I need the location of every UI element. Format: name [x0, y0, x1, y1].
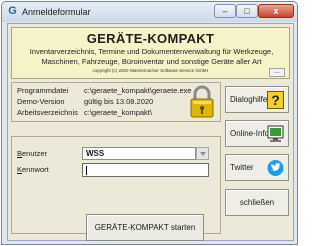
info-value: gültig bis 13.08.2020	[84, 97, 154, 106]
dialog-help-label: Dialoghilfe	[230, 95, 268, 104]
text-caret	[86, 166, 87, 175]
app-subtitle: Inventarverzeichnis, Termine und Dokumen…	[16, 47, 287, 67]
more-options-button[interactable]: ...	[269, 68, 285, 77]
client-area: GERÄTE-KOMPAKT Inventarverzeichnis, Term…	[7, 23, 294, 241]
minimize-button[interactable]: –	[214, 4, 236, 18]
title-bar[interactable]: G Anmeldeformular – □ x	[2, 2, 297, 22]
program-info-panel: Programmdatei c:\geraete_kompakt\geraete…	[11, 82, 221, 122]
start-application-button[interactable]: GERÄTE-KOMPAKT starten	[86, 214, 204, 241]
monitor-info-icon	[267, 125, 284, 142]
info-label: Programmdatei	[17, 86, 69, 95]
help-question-icon: ?	[267, 91, 284, 109]
user-combobox[interactable]: WSS	[82, 147, 196, 160]
online-info-label: Online-Info	[230, 129, 270, 138]
app-title: GERÄTE-KOMPAKT	[86, 31, 215, 46]
close-button[interactable]: schließen	[225, 189, 289, 216]
info-value: c:\geraete_kompakt\	[84, 108, 152, 117]
info-value: c:\geraete_kompakt\geraete.exe	[84, 86, 192, 95]
password-field[interactable]	[82, 163, 209, 177]
maximize-button[interactable]: □	[236, 4, 258, 18]
padlock-icon	[190, 85, 214, 118]
info-label: Arbeitsverzeichnis	[17, 108, 78, 117]
close-label: schließen	[239, 198, 275, 207]
password-label: Kennwort	[17, 165, 49, 175]
user-label: Benutzer	[17, 149, 47, 159]
subtitle-line-1: Inventarverzeichnis, Termine und Dokumen…	[29, 47, 274, 56]
twitter-button[interactable]: Twitter	[225, 154, 289, 181]
dialog-help-button[interactable]: Dialoghilfe ?	[225, 86, 289, 113]
online-info-button[interactable]: Online-Info	[225, 120, 289, 147]
window-title: Anmeldeformular	[22, 7, 91, 17]
password-label-text: ennwort	[22, 165, 49, 174]
app-icon: G	[8, 5, 17, 17]
copyright-text: copyright (c) 2020 Wannemacher Software …	[92, 68, 209, 73]
login-window: G Anmeldeformular – □ x GERÄTE-KOMPAKT I…	[1, 1, 298, 245]
user-label-text: enutzer	[22, 149, 48, 158]
subtitle-line-2: Maschinen, Fahrzeuge, Büroinventar und s…	[41, 57, 262, 66]
twitter-bird-icon	[267, 160, 284, 176]
twitter-label: Twitter	[230, 163, 254, 172]
login-panel: Benutzer WSS Kennwort GERÄTE-KOMPAKT sta…	[11, 136, 221, 241]
close-window-button[interactable]: x	[258, 4, 294, 18]
info-label: Demo-Version	[17, 97, 65, 106]
svg-text:?: ?	[271, 92, 280, 108]
user-dropdown-arrow[interactable]	[196, 147, 209, 160]
header-panel: GERÄTE-KOMPAKT Inventarverzeichnis, Term…	[11, 27, 290, 79]
